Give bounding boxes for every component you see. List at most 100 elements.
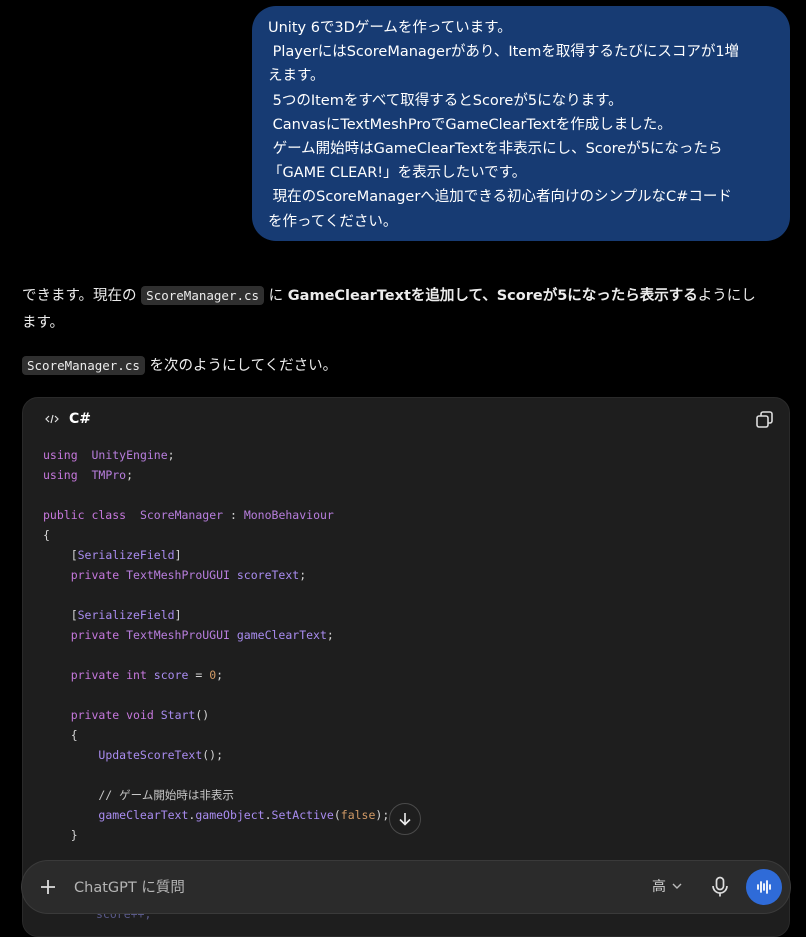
code-token: scoreText [229,568,300,582]
code-line: gameClearText.gameObject.SetActive(false… [43,805,389,825]
code-line: UpdateScoreText(); [43,745,389,765]
code-icon [45,414,59,424]
code-token: TMPro [91,468,127,482]
code-token: gameClearText [98,808,189,822]
scroll-to-bottom-button[interactable] [389,803,421,835]
code-token: ; [126,468,134,482]
message-composer: 高 [22,861,790,913]
code-line: { [43,725,389,745]
code-token: private [70,568,120,582]
reply-text: に [264,288,288,304]
code-block-header: C# [23,398,789,444]
assistant-reply-paragraph-2: ScoreManager.cs を次のようにしてください。 [22,352,788,380]
code-token: ( [333,808,341,822]
code-token: // ゲーム開始時は非表示 [43,788,234,802]
code-block: C# using UnityEngine; using TMPro; public … [22,397,790,937]
code-token: Start [153,708,196,722]
reply-text: ようにし [697,288,756,304]
code-line: [SerializeField] [43,545,389,565]
code-line: using TMPro; [43,465,389,485]
code-token: using [43,448,78,462]
code-line: using UnityEngine; [43,445,389,465]
code-line: public class ScoreManager : MonoBehaviou… [43,505,389,525]
code-token: ] [174,608,182,622]
code-token: false [340,808,376,822]
user-message-line: PlayerにはScoreManagerがあり、Itemを取得するたびにスコアが… [268,44,740,61]
arrow-down-icon [399,813,411,826]
reply-text: ます。 [22,315,65,331]
code-token: private int [70,668,147,682]
user-message-line: ゲーム開始時はGameClearTextを非表示にし、Scoreが5になったら [268,141,723,158]
model-select[interactable]: 高 [652,876,682,896]
code-token: ; [326,628,334,642]
code-token: : [223,508,244,522]
code-token: using [43,468,78,482]
inline-code-filename: ScoreManager.cs [22,356,145,375]
inline-code-filename: ScoreManager.cs [141,286,265,305]
code-line: private void Start() [43,705,389,725]
user-message-line: 5つのItemをすべて取得するとScoreが5になります。 [268,92,623,109]
code-token: { [43,528,50,542]
code-token: private [70,628,120,642]
code-token: ; [299,568,307,582]
code-line: { [43,525,389,545]
reply-text: できます。現在の [22,288,142,304]
voice-waveform-icon [757,880,771,894]
copy-icon[interactable] [755,410,775,430]
plus-icon[interactable] [38,877,58,897]
code-token: [ [43,548,78,562]
code-token: } [43,828,78,842]
code-token: ; [216,668,224,682]
code-token: public class [43,508,127,522]
code-line: private TextMeshProUGUI gameClearText; [43,625,389,645]
code-token: = [188,668,210,682]
code-token: SerializeField [77,548,175,562]
user-message-line: を作ってください。 [268,213,398,230]
code-content: using UnityEngine; using TMPro; public cla… [43,445,389,845]
code-token: ScoreManager [139,508,224,522]
code-token: ); [375,808,390,822]
code-token: TextMeshProUGUI [119,628,230,642]
code-line: // ゲーム開始時は非表示 [43,785,389,805]
code-line: [SerializeField] [43,605,389,625]
code-token: { [43,728,78,742]
code-token: private void [70,708,154,722]
code-token: TextMeshProUGUI [119,568,230,582]
reply-bold-text: GameClearTextを追加して、Scoreが5になったら表示する [287,288,698,304]
microphone-icon[interactable] [710,876,730,898]
code-token: SetActive [271,808,334,822]
code-token: gameClearText [229,628,327,642]
code-token: () [195,708,210,722]
user-message-line: Unity 6で3Dゲームを作っています。 [268,20,512,36]
code-token: gameObject [195,808,265,822]
chevron-down-icon [672,883,682,889]
code-token: score [146,668,189,682]
voice-mode-button[interactable] [746,869,782,905]
code-token: (); [202,748,224,762]
code-line: private int score = 0; [43,665,389,685]
prompt-input[interactable] [72,874,616,902]
code-token: [ [43,608,78,622]
user-message-line: 現在のScoreManagerへ追加できる初心者向けのシンプルなC#コード [268,189,732,206]
code-token: MonoBehaviour [243,508,334,522]
code-line: private TextMeshProUGUI scoreText; [43,565,389,585]
reply-text: を次のようにしてください。 [144,358,338,374]
code-token: . [264,808,272,822]
code-token: UpdateScoreText [98,748,203,762]
code-token: ; [167,448,175,462]
code-line: } [43,825,389,845]
